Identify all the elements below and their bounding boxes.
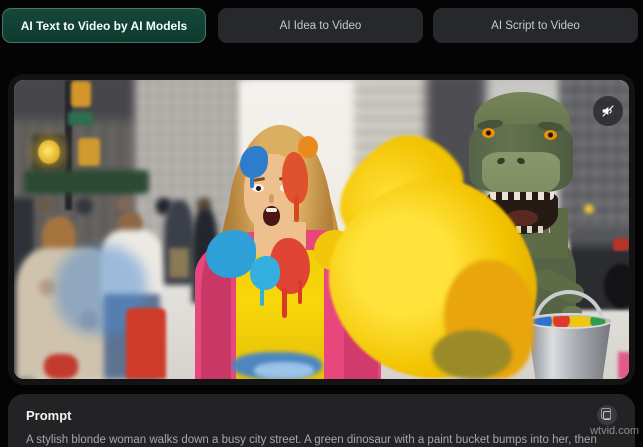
dinosaur-teeth (490, 192, 554, 200)
copy-prompt-button[interactable] (597, 405, 617, 425)
tab-label: AI Text to Video by AI Models (20, 18, 188, 33)
tab-ai-idea-to-video[interactable]: AI Idea to Video (218, 8, 423, 43)
dinosaur-eye (482, 128, 495, 138)
paint-drip (294, 196, 299, 222)
tote-bag (169, 248, 189, 278)
paint-drip (298, 280, 302, 304)
pupil (256, 186, 261, 191)
traffic-signal-upper (71, 81, 91, 107)
pink-figure-edge (618, 352, 629, 379)
copy-icon (600, 408, 611, 420)
paint-drip (250, 172, 254, 188)
street-light-glow (584, 204, 594, 214)
prompt-title: Prompt (26, 407, 72, 423)
prompt-panel: Prompt A stylish blonde woman walks down… (8, 394, 635, 447)
tab-ai-text-to-video[interactable]: AI Text to Video by AI Models (2, 8, 206, 43)
green-awning (24, 170, 149, 194)
cyan-paint-splat (250, 256, 280, 290)
tab-label: AI Script to Video (491, 19, 580, 32)
watermark: wtvid.com (590, 425, 639, 437)
car-taillight (613, 238, 629, 251)
tab-label: AI Idea to Video (279, 19, 362, 32)
tab-ai-script-to-video[interactable]: AI Script to Video (433, 8, 638, 43)
red-shopping-bag (126, 308, 166, 379)
paint-bucket-paint (531, 316, 607, 327)
olive-paint-splash (432, 330, 512, 379)
paint-drip (282, 288, 287, 318)
paint-drip (260, 284, 264, 306)
traffic-light-yellow (38, 140, 60, 164)
video-player[interactable] (14, 80, 629, 379)
shocked-open-mouth (263, 206, 280, 226)
street-sign (68, 112, 93, 125)
dinosaur-eye (544, 130, 557, 140)
orange-paint-on-hair (298, 136, 318, 158)
red-paint-blob (44, 354, 78, 379)
nose (269, 194, 274, 203)
speaker-muted-icon (602, 105, 614, 117)
traffic-signal-lower (78, 138, 100, 166)
blue-paint-splash (254, 362, 314, 379)
prompt-text: A stylish blonde woman walks down a busy… (26, 434, 597, 446)
teeth (266, 208, 277, 212)
blue-paint-splat (206, 230, 256, 278)
video-player-frame (8, 74, 635, 385)
mute-button[interactable] (593, 96, 623, 126)
